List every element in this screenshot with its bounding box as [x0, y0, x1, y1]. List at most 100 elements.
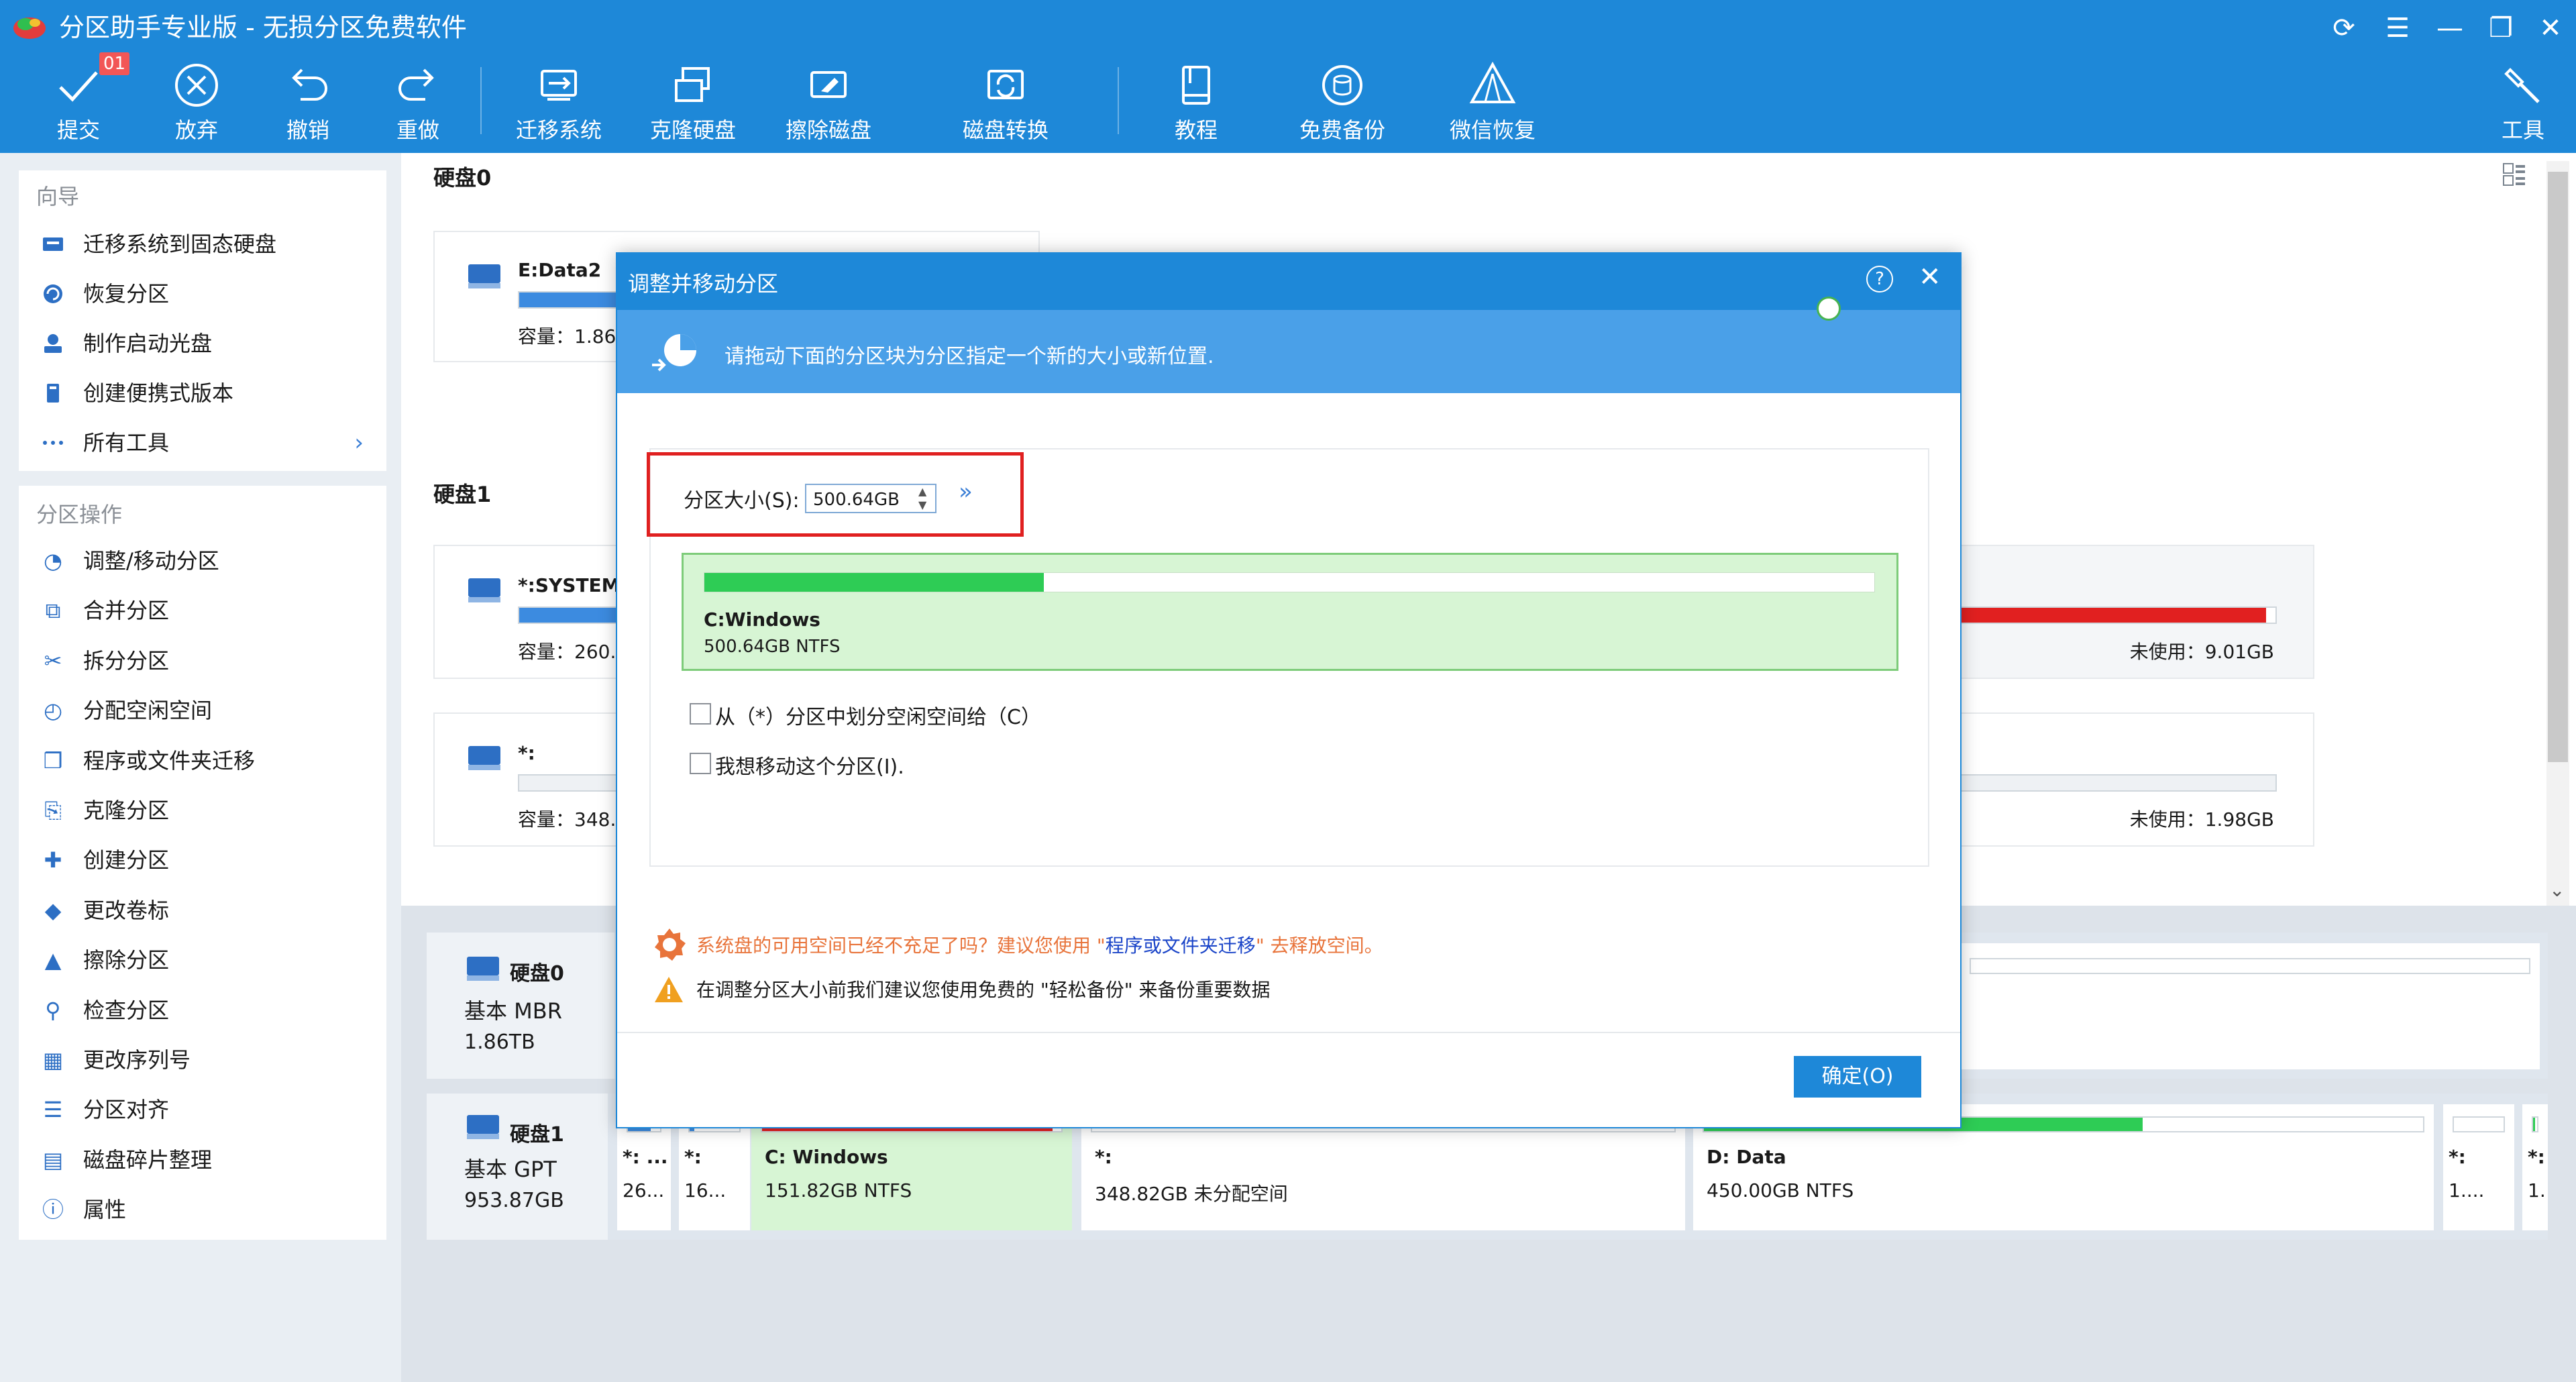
redo-button[interactable]: 重做: [368, 58, 468, 149]
chevron-right-icon: ›: [354, 429, 364, 456]
disk-convert-button[interactable]: 磁盘转换: [955, 58, 1056, 149]
label-icon: ◆: [44, 897, 62, 923]
wechat-recovery-button[interactable]: 微信恢复: [1442, 58, 1543, 149]
check-icon: [59, 71, 98, 102]
clone-disk-button[interactable]: 克隆硬盘: [643, 58, 743, 149]
menu-icon[interactable]: ☰: [2377, 9, 2418, 47]
sidebar-item-info[interactable]: ⓘ 属性: [40, 1189, 376, 1230]
restore-icon: [44, 284, 62, 303]
serial-icon: ▦: [42, 1047, 64, 1073]
sidebar-item-align[interactable]: ☰ 分区对齐: [40, 1089, 376, 1130]
restore-icon[interactable]: ❐: [2481, 9, 2521, 47]
sidebar-item-restore-partition[interactable]: 恢复分区: [40, 274, 376, 314]
tutorial-button[interactable]: 教程: [1146, 58, 1246, 149]
partition-size-input[interactable]: 500.64GB: [805, 484, 936, 513]
dialog-banner: 请拖动下面的分区块为分区指定一个新的大小或新位置.: [617, 310, 1960, 393]
move-partition-checkbox[interactable]: [690, 753, 711, 774]
sidebar-item-allocate[interactable]: ◴ 分配空闲空间: [40, 690, 376, 731]
expand-arrows-icon[interactable]: »: [959, 478, 973, 505]
sidebar-item-boot-disc[interactable]: 制作启动光盘: [40, 323, 376, 364]
allocate-free-space-label: 从（*）分区中划分空闲空间给（C）: [715, 706, 1041, 729]
wipe-disk-label: 擦除磁盘: [785, 117, 871, 143]
partition-name: *:: [1095, 1146, 1112, 1168]
minimize-icon[interactable]: —: [2430, 9, 2470, 47]
discard-button[interactable]: 放弃: [146, 58, 247, 149]
sidebar-item-label: 更改卷标: [83, 897, 170, 923]
resize-move-dialog: 调整并移动分区 ? ✕ 请拖动下面的分区块为分区指定一个新的大小或新位置. 分区…: [616, 252, 1962, 1128]
free-backup-button[interactable]: 免费备份: [1292, 58, 1393, 149]
app-mover-icon: ❒: [43, 747, 63, 774]
sidebar-item-resize[interactable]: ◔ 调整/移动分区: [40, 541, 376, 581]
allocate-free-space-checkbox[interactable]: [690, 703, 711, 725]
sidebar-item-all-tools[interactable]: 所有工具 ›: [40, 423, 376, 463]
scrollbar-thumb[interactable]: [2548, 172, 2568, 762]
close-window-icon[interactable]: ✕: [2530, 9, 2571, 47]
tools-button[interactable]: 工具: [2473, 58, 2573, 149]
toolbar-divider: [480, 67, 482, 134]
partition-name: *:: [2449, 1146, 2466, 1168]
tip-prefix: 系统盘的可用空间已经不充足了吗？建议您使用 ": [696, 935, 1106, 957]
partition-size: 16...: [684, 1179, 727, 1202]
sidebar-item-label: 程序或文件夹迁移: [83, 747, 256, 774]
info-icon: ⓘ: [42, 1197, 64, 1223]
merge-icon: ⧉: [45, 598, 61, 624]
partition-name: *: ...: [623, 1146, 668, 1168]
sidebar-item-serial[interactable]: ▦ 更改序列号: [40, 1040, 376, 1080]
sidebar-item-clone-partition[interactable]: ⎘ 克隆分区: [40, 790, 376, 831]
redo-label: 重做: [396, 117, 439, 143]
view-toggle-icon[interactable]: [2501, 161, 2528, 188]
ok-button[interactable]: 确定(O): [1794, 1056, 1921, 1098]
partition-card-right1[interactable]: 未使用：9.01GB: [1952, 545, 2314, 679]
dialog-titlebar: 调整并移动分区 ? ✕: [617, 254, 1960, 310]
usage-bar: [2453, 1116, 2505, 1132]
partition-info: 500.64GB NTFS: [704, 637, 841, 657]
refresh-icon[interactable]: ⟳: [2324, 9, 2364, 47]
migrate-os-button[interactable]: 迁移系统: [508, 58, 609, 149]
redo-icon: [398, 68, 434, 101]
sidebar-item-migrate-ssd[interactable]: 迁移系统到固态硬盘: [40, 224, 376, 264]
partition-segment[interactable]: *: 1....: [2443, 1104, 2514, 1230]
wipe-partition-icon: ▲: [44, 947, 62, 973]
drive-icon: [467, 1115, 499, 1139]
close-dialog-icon[interactable]: ✕: [1919, 262, 1941, 293]
sidebar-item-portable[interactable]: 创建便携式版本: [40, 373, 376, 413]
gear-warning-icon: [655, 928, 686, 961]
wipe-disk-button[interactable]: 擦除磁盘: [778, 58, 879, 149]
resize-handle[interactable]: [1817, 297, 1841, 321]
drive-icon: [468, 578, 500, 602]
partition-card-right2[interactable]: 未使用：1.98GB: [1952, 712, 2314, 847]
sidebar-item-defrag[interactable]: ▤ 磁盘碎片整理: [40, 1140, 376, 1180]
disk0-partition-segment[interactable]: [1960, 943, 2540, 1069]
disk-size: 953.87GB: [464, 1189, 564, 1212]
sidebar-item-create-partition[interactable]: ✚ 创建分区: [40, 840, 376, 880]
sidebar-item-wipe-partition[interactable]: ▲ 擦除分区: [40, 940, 376, 980]
wizard-title: 向导: [36, 184, 80, 209]
undo-icon: [292, 68, 327, 101]
sidebar-item-label: 分配空闲空间: [83, 698, 213, 724]
app-mover-link[interactable]: 程序或文件夹迁移: [1106, 935, 1256, 957]
partition-size: 348.82GB 未分配空间: [1095, 1183, 1288, 1205]
sidebar-item-check-partition[interactable]: ⚲ 检查分区: [40, 990, 376, 1030]
disk1-info[interactable]: 硬盘1 基本 GPT 953.87GB: [427, 1094, 608, 1240]
undo-button[interactable]: 撤销: [258, 58, 358, 149]
sidebar-item-app-mover[interactable]: ❒ 程序或文件夹迁移: [40, 741, 376, 781]
split-icon: ✂: [44, 647, 62, 674]
partition-unused: 未使用：9.01GB: [2129, 641, 2274, 663]
disk-convert-icon: [987, 70, 1024, 99]
partition-block[interactable]: C:Windows 500.64GB NTFS: [682, 553, 1898, 671]
partition-name: *:: [2528, 1146, 2545, 1168]
sidebar-item-label: 克隆分区: [83, 798, 170, 823]
sidebar-item-merge[interactable]: ⧉ 合并分区: [40, 590, 376, 631]
sidebar-item-split[interactable]: ✂ 拆分分区: [40, 641, 376, 681]
dialog-title: 调整并移动分区: [628, 271, 779, 297]
sidebar-item-label[interactable]: ◆ 更改卷标: [40, 890, 376, 931]
disk0-info[interactable]: 硬盘0 基本 MBR 1.86TB: [427, 933, 614, 1079]
sidebar-item-label: 拆分分区: [83, 647, 170, 674]
scroll-down-icon[interactable]: ⌄: [2549, 879, 2565, 901]
size-spinner[interactable]: ▲ ▼: [918, 485, 926, 512]
title-toolbar: 分区助手专业版 - 无损分区免费软件 ⟳ ☰ — ❐ ✕ 提交 01 放弃 撤销…: [0, 0, 2576, 153]
sidebar-item-label: 创建便携式版本: [83, 380, 234, 406]
help-icon[interactable]: ?: [1866, 266, 1893, 293]
sidebar-item-label: 更改序列号: [83, 1047, 191, 1073]
partition-segment[interactable]: *: 1.: [2522, 1104, 2548, 1230]
